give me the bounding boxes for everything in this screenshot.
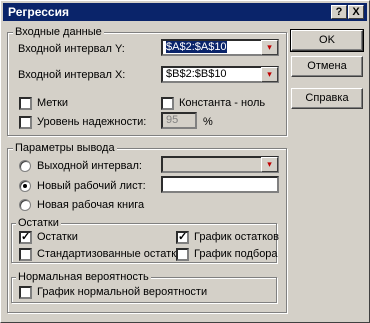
std-residuals-checkbox[interactable] — [19, 248, 32, 261]
close-button[interactable]: X — [348, 5, 364, 19]
const-zero-checkbox[interactable] — [161, 97, 174, 110]
residuals-title: Остатки — [16, 217, 61, 230]
normal-probability-title: Нормальная вероятность — [16, 271, 151, 284]
new-book-radio[interactable] — [19, 199, 31, 211]
new-sheet-field[interactable] — [161, 176, 279, 193]
confidence-checkbox[interactable] — [19, 116, 32, 129]
output-range-radio[interactable] — [19, 160, 31, 172]
residuals-label: Остатки — [37, 231, 78, 243]
collapse-dialog-icon[interactable]: ▾ — [261, 157, 278, 172]
output-range-label: Выходной интервал: — [37, 160, 142, 172]
output-options-title: Параметры вывода — [13, 142, 117, 155]
help-button[interactable]: Справка — [291, 88, 363, 109]
confidence-field[interactable]: 95 — [161, 112, 197, 129]
percent-label: % — [203, 116, 213, 128]
input-y-label: Входной интервал Y: — [18, 43, 125, 55]
residuals-checkbox[interactable]: ✓ — [19, 231, 32, 244]
collapse-dialog-icon[interactable]: ▾ — [261, 67, 278, 82]
cancel-button[interactable]: Отмена — [291, 56, 363, 77]
residual-plot-label: График остатков — [194, 231, 279, 243]
fit-plot-label: График подбора — [194, 248, 278, 260]
input-data-title: Входные данные — [13, 26, 104, 39]
ok-button[interactable]: OK — [290, 29, 364, 52]
collapse-dialog-icon[interactable]: ▾ — [261, 40, 278, 55]
input-x-label: Входной интервал X: — [18, 69, 126, 81]
residual-plot-checkbox[interactable]: ✓ — [176, 231, 189, 244]
fit-plot-checkbox[interactable] — [176, 248, 189, 261]
normal-plot-label: График нормальной вероятности — [37, 286, 208, 298]
new-sheet-label: Новый рабочий лист: — [37, 180, 146, 192]
labels-label: Метки — [37, 97, 69, 109]
regression-dialog: Регрессия ? X Входные данные Входной инт… — [0, 0, 370, 323]
new-book-label: Новая рабочая книга — [37, 199, 145, 211]
labels-checkbox[interactable] — [19, 97, 32, 110]
dialog-title: Регрессия — [8, 5, 69, 19]
title-bar[interactable]: Регрессия ? X — [3, 3, 367, 21]
std-residuals-label: Стандартизованные остатки — [37, 248, 183, 260]
const-zero-label: Константа - ноль — [179, 97, 266, 109]
help-title-button[interactable]: ? — [331, 5, 347, 19]
new-sheet-radio[interactable] — [19, 180, 31, 192]
confidence-label: Уровень надежности: — [37, 116, 147, 128]
normal-plot-checkbox[interactable] — [19, 286, 32, 299]
